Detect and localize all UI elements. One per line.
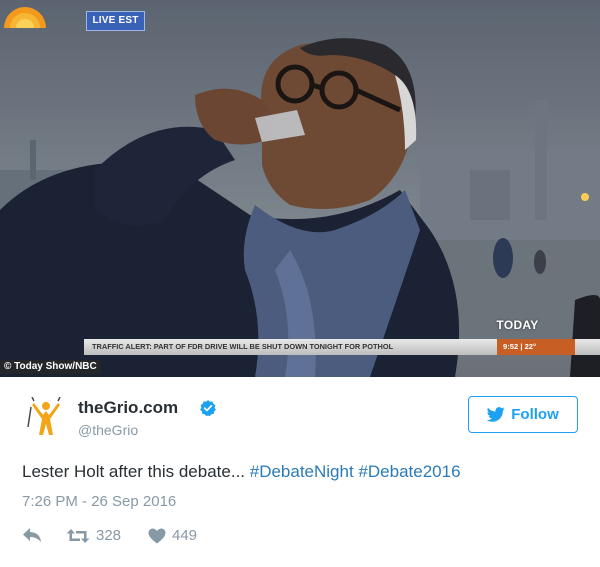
ticker-time-temp: 9:52 | 22° [497,339,575,355]
ticker-time: 9:52 [503,342,519,351]
thegrio-avatar-icon[interactable] [26,397,66,437]
news-ticker: TRAFFIC ALERT: PART OF FDR DRIVE WILL BE… [84,339,600,355]
hashtag-debate2016[interactable]: #Debate2016 [358,462,460,481]
today-logo-text: TODAY [496,318,539,332]
follow-button-label: Follow [511,406,559,423]
ticker-temperature: 22° [524,342,537,351]
today-sunrise-logo-icon [4,7,46,28]
tweet-text: Lester Holt after this debate... #Debate… [22,462,461,482]
account-display-name[interactable]: theGrio.com [78,398,178,418]
like-action[interactable]: 449 [148,527,197,544]
retweet-action[interactable]: 328 [66,527,121,544]
reply-icon [23,528,41,542]
live-badge: LIVE EST [86,11,145,31]
tweet-timestamp[interactable]: 7:26 PM - 26 Sep 2016 [22,493,176,510]
twitter-bird-icon [487,407,505,422]
tweet-media-image[interactable]: LIVE EST TODAY TRAFFIC ALERT: PART OF FD… [0,0,600,377]
hashtag-debatenight[interactable]: #DebateNight [250,462,354,481]
retweet-icon [66,528,90,543]
verified-badge-icon [200,400,216,417]
reply-action[interactable] [22,527,42,543]
follow-button[interactable]: Follow [468,396,578,433]
heart-icon [148,528,166,543]
like-count: 449 [172,527,198,544]
retweet-count: 328 [96,527,122,544]
photo-credit: © Today Show/NBC [0,360,101,374]
account-handle[interactable]: @theGrio [78,422,138,438]
ticker-text: TRAFFIC ALERT: PART OF FDR DRIVE WILL BE… [92,342,394,351]
tweet-body: Lester Holt after this debate... [22,462,250,481]
